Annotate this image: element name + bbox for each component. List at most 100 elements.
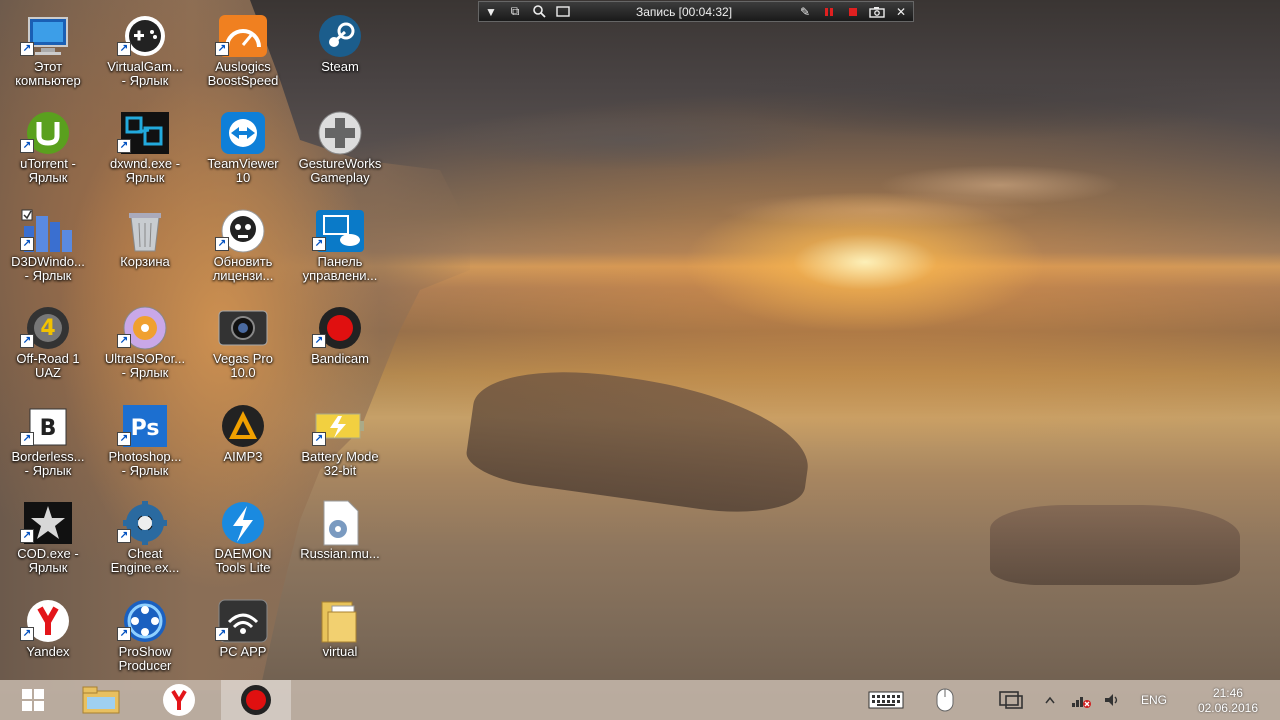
desktop-icon-label: Auslogics BoostSpeed	[207, 59, 279, 88]
folder-icon	[82, 686, 120, 714]
desktop-icon-label: uTorrent - Ярлык	[20, 156, 76, 185]
desktop-icon[interactable]: AIMP3	[196, 396, 290, 490]
volume-icon[interactable]	[1100, 680, 1124, 720]
desktop-icon[interactable]: DAEMON Tools Lite	[196, 493, 290, 587]
folder-icon	[310, 595, 370, 647]
shortcut-arrow-icon: ↗	[117, 529, 131, 543]
shortcut-arrow-icon: ↗	[117, 334, 131, 348]
desktop-icon[interactable]: ↗ UltraISOPor... - Ярлык	[98, 298, 192, 392]
desktop-icon-label: Borderless... - Ярлык	[11, 449, 85, 478]
desktop-icon[interactable]: ↗ Cheat Engine.ex...	[98, 493, 192, 587]
desktop-icon[interactable]: Vegas Pro 10.0	[196, 298, 290, 392]
desktop-icon[interactable]: Ps ↗ Photoshop... - Ярлык	[98, 396, 192, 490]
desktop-icon-label: Корзина	[120, 254, 170, 269]
desktop-icon-label: dxwnd.exe - Ярлык	[109, 156, 181, 185]
windows-logo-icon	[22, 689, 44, 711]
desktop-icon[interactable]: ↗ COD.exe - Ярлык	[1, 493, 95, 587]
desktop-icon[interactable]: ↗ ProShow Producer	[98, 591, 192, 685]
desktop-icon-label: Off-Road 1 UAZ	[16, 351, 80, 380]
taskbar: ENG 21:46 02.06.2016	[0, 680, 1280, 720]
desktop-icon[interactable]: ↗ Yandex	[1, 591, 95, 685]
stop-icon[interactable]	[841, 2, 865, 21]
window-mode-icon[interactable]: ⧉	[503, 2, 527, 21]
shortcut-arrow-icon: ↗	[20, 237, 34, 251]
clock-date: 02.06.2016	[1197, 701, 1258, 715]
desktop-icon-label: Этот компьютер	[15, 59, 81, 88]
clock-time: 21:46	[1212, 686, 1243, 700]
region-select-icon[interactable]	[551, 2, 575, 21]
desktop-icon[interactable]: ↗ Панель управлени...	[293, 201, 387, 295]
desktop-icon-label: Панель управлени...	[302, 254, 378, 283]
mouse-icon[interactable]	[930, 680, 960, 720]
desktop-icon[interactable]: ↗ VirtualGam... - Ярлык	[98, 6, 192, 100]
display-mode-icon[interactable]	[996, 680, 1026, 720]
desktop-icon[interactable]: ↗ PC APP	[196, 591, 290, 685]
desktop-icon[interactable]: ↗ D3DWindo... - Ярлык	[1, 201, 95, 295]
wallpaper-rock	[463, 356, 817, 524]
network-error-icon[interactable]	[1068, 680, 1094, 720]
yandex-icon	[163, 684, 195, 716]
desktop-icon[interactable]: ↗ uTorrent - Ярлык	[1, 103, 95, 197]
dpad-icon	[310, 107, 370, 159]
camera-icon[interactable]	[865, 2, 889, 21]
shortcut-arrow-icon: ↗	[117, 627, 131, 641]
recorder-toolbar: ▼ ⧉ Запись [00:04:32] ✎ ✕	[478, 1, 914, 22]
desktop-icon[interactable]: ↗ Bandicam	[293, 298, 387, 392]
desktop-icon[interactable]: Steam	[293, 6, 387, 100]
shortcut-arrow-icon: ↗	[20, 42, 34, 56]
desktop-icon[interactable]: virtual	[293, 591, 387, 685]
shortcut-arrow-icon: ↗	[117, 432, 131, 446]
shortcut-arrow-icon: ↗	[215, 627, 229, 641]
desktop-icon[interactable]: GestureWorks Gameplay	[293, 103, 387, 197]
search-icon[interactable]	[527, 2, 551, 21]
desktop-icon[interactable]: ↗ Этот компьютер	[1, 6, 95, 100]
desktop-icon[interactable]: B ↗ Borderless... - Ярлык	[1, 396, 95, 490]
desktop-icon-label: Russian.mu...	[300, 546, 380, 561]
start-button[interactable]	[0, 680, 66, 720]
desktop-icon-label: Photoshop... - Ярлык	[108, 449, 182, 478]
pencil-icon[interactable]: ✎	[793, 2, 817, 21]
desktop-icon[interactable]: 4 ↗ Off-Road 1 UAZ	[1, 298, 95, 392]
desktop-icon[interactable]: Корзина	[98, 201, 192, 295]
desktop-icon[interactable]: Russian.mu...	[293, 493, 387, 587]
svg-text:Ps: Ps	[131, 416, 160, 441]
desktop-icon[interactable]: ↗ Battery Mode 32-bit	[293, 396, 387, 490]
desktop-icon-label: Steam	[321, 59, 359, 74]
desktop-icon-label: PC APP	[219, 644, 267, 659]
svg-text:4: 4	[40, 316, 55, 341]
desktop-icon-label: Bandicam	[311, 351, 369, 366]
desktop-icon-label: GestureWorks Gameplay	[298, 156, 382, 185]
dropdown-arrow-icon[interactable]: ▼	[479, 2, 503, 21]
desktop-icon-label: Yandex	[26, 644, 70, 659]
language-indicator[interactable]: ENG	[1134, 680, 1174, 720]
daemon-tools-icon	[213, 497, 273, 549]
record-icon	[241, 685, 271, 715]
desktop-icon-label: UltraISOPor... - Ярлык	[104, 351, 186, 380]
shortcut-arrow-icon: ↗	[117, 42, 131, 56]
desktop-icon-label: COD.exe - Ярлык	[17, 546, 79, 575]
chevron-up-icon[interactable]	[1042, 680, 1058, 720]
pause-icon[interactable]	[817, 2, 841, 21]
taskbar-yandex-button[interactable]	[146, 680, 212, 720]
svg-text:B: B	[40, 416, 57, 441]
keyboard-icon[interactable]	[866, 680, 906, 720]
desktop-icon[interactable]: ↗ Обновить лицензи...	[196, 201, 290, 295]
vegas-icon	[213, 302, 273, 354]
desktop-icon-label: virtual	[322, 644, 358, 659]
desktop-icon-label: Cheat Engine.ex...	[110, 546, 180, 575]
desktop-icon[interactable]: TeamViewer 10	[196, 103, 290, 197]
desktop-icon-label: DAEMON Tools Lite	[214, 546, 272, 575]
desktop-icon[interactable]: ↗ dxwnd.exe - Ярлык	[98, 103, 192, 197]
close-icon[interactable]: ✕	[889, 2, 913, 21]
desktop-icon-label: Обновить лицензи...	[212, 254, 274, 283]
shortcut-arrow-icon: ↗	[117, 139, 131, 153]
shortcut-arrow-icon: ↗	[20, 334, 34, 348]
shortcut-arrow-icon: ↗	[312, 237, 326, 251]
taskbar-clock[interactable]: 21:46 02.06.2016	[1198, 686, 1258, 716]
wallpaper-rock	[990, 505, 1240, 585]
desktop-icon-label: ProShow Producer	[118, 644, 172, 673]
taskbar-bandicam-button[interactable]	[221, 680, 291, 720]
desktop-icon-label: AIMP3	[223, 449, 263, 464]
desktop-icon[interactable]: ↗ Auslogics BoostSpeed	[196, 6, 290, 100]
taskbar-explorer-button[interactable]	[68, 680, 134, 720]
